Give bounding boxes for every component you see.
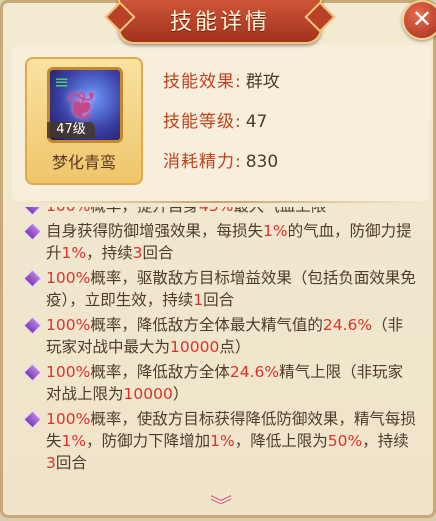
effect-text: 点） (219, 338, 251, 356)
close-x-icon: ✕ (411, 5, 433, 33)
effect-text: 概率，提升自身 (90, 207, 199, 215)
skill-card[interactable]: ≡ ❦ 47级 梦化青鸾 (25, 57, 143, 185)
info-label: 消耗精力: (163, 152, 242, 172)
effect-value: 10000 (123, 385, 173, 403)
effect-text: 概率，降低敌方全体最大精气值的 (90, 316, 323, 334)
purple-diamond-bullet-icon (23, 363, 42, 382)
double-chevron-down-icon[interactable]: ︾ (206, 489, 236, 520)
skill-effect-item: 100%概率，提升自身43%最大气血上限 (12, 207, 430, 217)
effect-value: 100% (46, 316, 91, 334)
skill-detail-panel: ≡ ❦ 47级 梦化青鸾 技能效果:群攻 技能等级:47 消耗精力:830 10… (0, 0, 436, 520)
effect-value: 1% (61, 432, 87, 450)
info-value: 群攻 (245, 72, 280, 92)
effect-text: ，降低上限为 (234, 432, 328, 450)
effect-text: 最大气血上限 (233, 207, 326, 215)
skill-effect-item: 100%概率，使敌方目标获得降低防御效果，精气每损失1%，防御力下降增加1%，降… (12, 408, 430, 474)
close-button[interactable]: ✕ (402, 0, 436, 40)
effect-text: ，防御力下降增加 (86, 432, 211, 450)
info-value: 47 (245, 112, 268, 132)
skill-description-list: 100%概率，提升自身43%最大气血上限自身获得防御增强效果，每损失1%的气血，… (12, 207, 430, 477)
info-label: 技能等级: (163, 112, 242, 132)
effect-value: 50% (327, 432, 363, 450)
info-value: 830 (245, 152, 279, 172)
effect-text: 回合 (55, 454, 87, 472)
effect-value: 1% (263, 222, 288, 240)
effect-value: 100% (46, 269, 91, 287)
page-title: 技能详情 (169, 10, 270, 35)
purple-diamond-bullet-icon (23, 410, 42, 429)
effect-value: 1 (193, 291, 204, 309)
info-row-effect: 技能效果: 群攻 (163, 67, 280, 92)
skill-name: 梦化青鸾 (51, 153, 116, 172)
effect-text: ，持续 (362, 432, 409, 450)
purple-diamond-bullet-icon (23, 316, 42, 335)
title-banner: 技能详情 (118, 0, 322, 44)
effect-text: ） (172, 385, 189, 403)
effect-value: 1% (61, 244, 87, 262)
info-row-level: 技能等级: 47 (163, 107, 267, 132)
effect-value: 100% (46, 410, 91, 428)
divider (23, 201, 419, 203)
skill-effect-item: 100%概率，降低敌方全体最大精气值的24.6%（非玩家对战中最大为10000点… (12, 314, 430, 358)
skill-effect-item: 自身获得防御增强效果，每损失1%的气血，防御力提升1%，持续3回合 (12, 220, 430, 264)
effect-value: 1% (210, 432, 235, 450)
effect-text: ，持续 (86, 244, 133, 262)
effect-value: 3 (132, 244, 143, 262)
info-label: 技能效果: (163, 72, 242, 92)
effect-text: 概率，降低敌方全体 (90, 363, 230, 381)
effect-value: 43% (199, 207, 233, 215)
purple-diamond-bullet-icon (23, 222, 42, 241)
skill-effect-item: 100%概率，降低敌方全体24.6%精气上限（非玩家对战上限为10000） (12, 361, 430, 405)
effect-value: 100% (46, 363, 91, 381)
info-row-cost: 消耗精力: 830 (163, 147, 278, 172)
effect-text: 回合 (203, 291, 235, 309)
effect-text: 自身获得防御增强效果，每损失 (46, 222, 264, 240)
effect-value: 10000 (170, 338, 220, 356)
purple-diamond-bullet-icon (23, 207, 42, 216)
purple-diamond-bullet-icon (23, 269, 42, 288)
skill-level-badge: 47级 (47, 122, 95, 138)
effect-text: 回合 (142, 244, 174, 262)
effect-value: 24.6% (322, 316, 373, 334)
skill-description-scroll[interactable]: 100%概率，提升自身43%最大气血上限自身获得防御增强效果，每损失1%的气血，… (12, 207, 430, 505)
skill-effect-item: 100%概率，驱散敌方目标增益效果（包括负面效果免疫），立即生效，持续1回合 (12, 267, 430, 311)
effect-value: 3 (46, 454, 56, 472)
effect-value: 24.6% (229, 363, 280, 381)
effect-value: 100% (46, 207, 90, 215)
